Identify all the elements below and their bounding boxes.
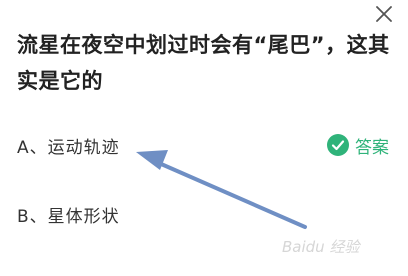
answer-badge: 答案 (327, 133, 389, 158)
option-a-label: A、运动轨迹 (17, 138, 120, 158)
check-circle-icon (327, 134, 349, 156)
option-b[interactable]: B、星体形状 (0, 196, 408, 232)
option-b-label: B、星体形状 (17, 207, 120, 227)
answer-label: 答案 (355, 137, 389, 158)
close-button[interactable] (372, 2, 396, 26)
close-icon (372, 2, 396, 26)
watermark: Baidu 经验 (282, 238, 360, 256)
option-a[interactable]: A、运动轨迹 答案 (0, 127, 408, 163)
question-text: 流星在夜空中划过时会有“尾巴”，这其实是它的 (17, 33, 390, 93)
